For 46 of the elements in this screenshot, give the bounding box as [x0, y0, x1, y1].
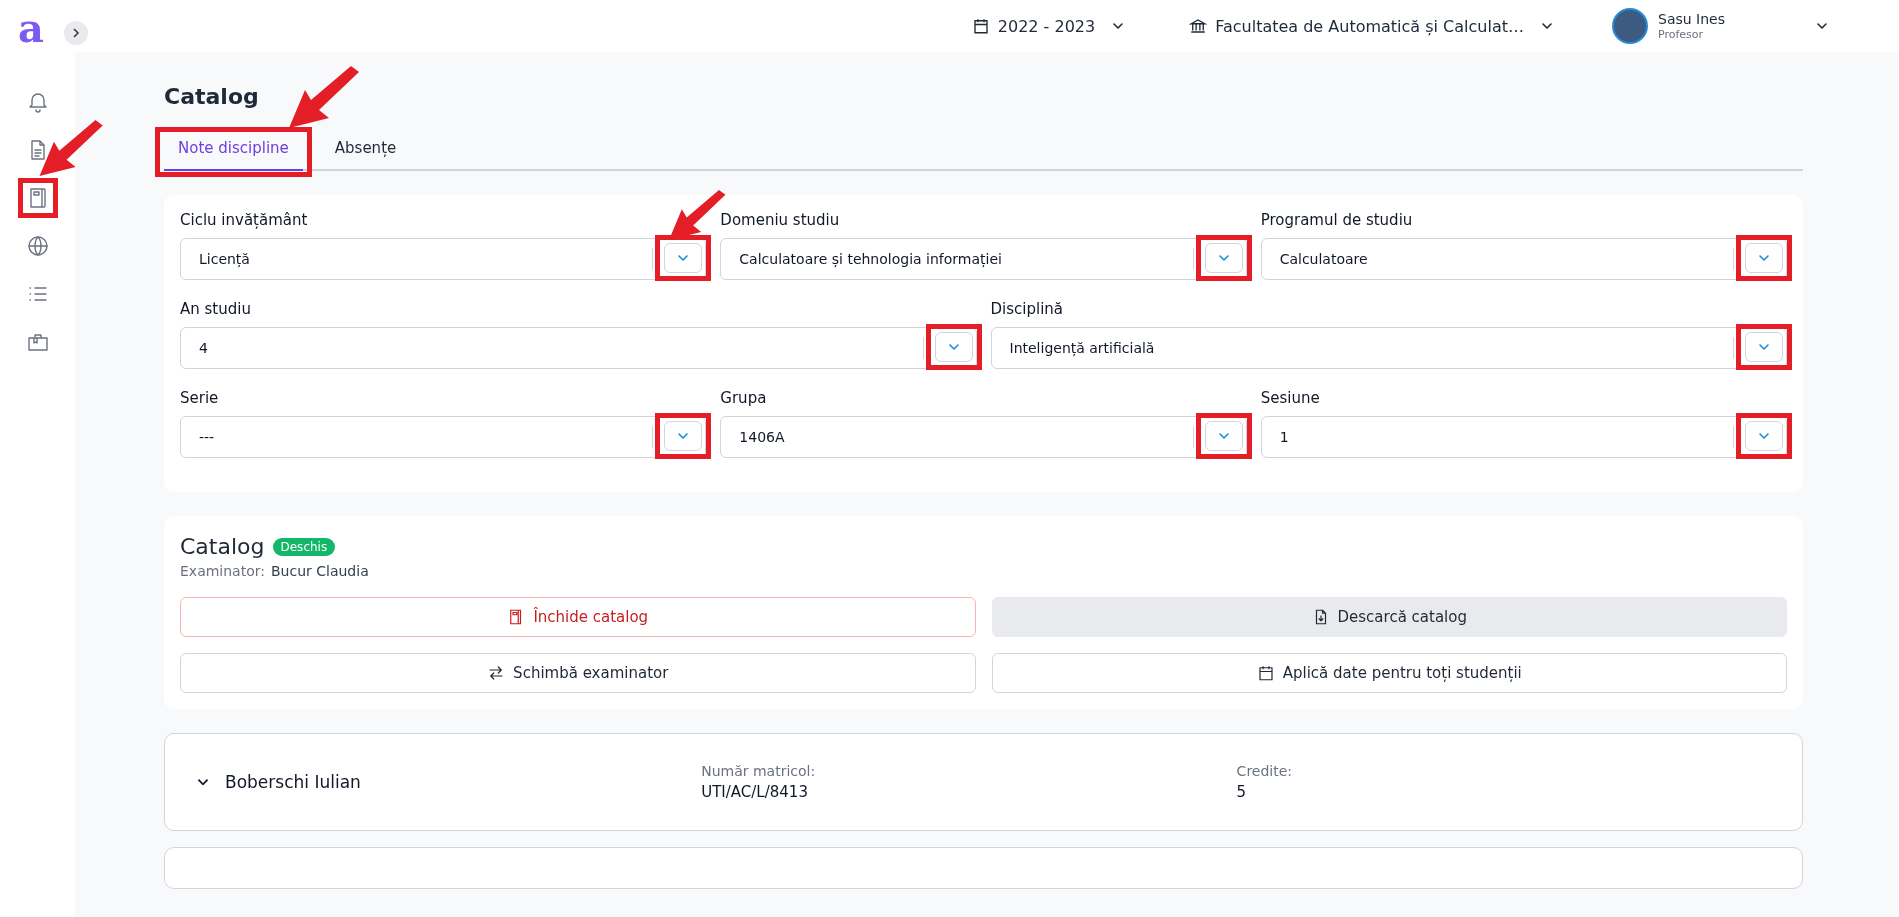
credits-value: 5 [1236, 783, 1248, 801]
student-id: UTI/AC/L/8413 [701, 783, 809, 801]
tab[interactable]: Absențe [320, 135, 411, 171]
user-avatar[interactable] [1612, 8, 1648, 44]
faculty-selector[interactable]: Facultatea de Automatică și Calculat… [1183, 15, 1560, 37]
select-field[interactable]: 4 [180, 327, 977, 369]
dropdown-button[interactable] [1204, 243, 1243, 273]
field-label: Sesiune [1260, 389, 1321, 407]
calendar-icon [971, 17, 990, 35]
dropdown-button[interactable] [1745, 421, 1783, 451]
dropdown-button[interactable] [1204, 421, 1243, 451]
catalog-action-button[interactable]: Schimbă examinator [180, 653, 976, 693]
field-label: Domeniu studiu [720, 211, 841, 229]
calendar-icon [1256, 664, 1275, 682]
bank-icon [1189, 17, 1208, 35]
expand-sidebar-button[interactable] [64, 21, 88, 45]
student-toggle[interactable]: Boberschi Iulian [195, 772, 702, 792]
dropdown-button[interactable] [664, 243, 703, 273]
field-label: Disciplină [990, 300, 1064, 318]
tab[interactable]: Note discipline [164, 135, 303, 171]
catalog-action-button[interactable]: Închide catalog [180, 597, 976, 637]
app-logo[interactable]: a [18, 8, 44, 48]
examiner-label: Examinator: [180, 563, 265, 579]
globe-icon[interactable] [25, 234, 50, 258]
field-label: Grupa [720, 389, 768, 407]
chevron-right-icon [70, 27, 82, 39]
page-title: Catalog [164, 84, 260, 109]
user-name: Sasu Ines [1658, 11, 1725, 28]
dropdown-button[interactable] [934, 332, 973, 362]
field-label: Credite: [1236, 763, 1294, 779]
catalog-action-button[interactable]: Aplică date pentru toți studenții [991, 653, 1787, 693]
field-label: Număr matricol: [701, 763, 817, 779]
field-label: Programul de studiu [1260, 211, 1414, 229]
user-role: Profesor [1658, 27, 1705, 41]
dropdown-button[interactable] [1745, 332, 1783, 362]
field-label: Ciclu invățământ [180, 211, 309, 229]
status-badge: Deschis [272, 537, 336, 556]
year-selector[interactable]: 2022 - 2023 [965, 15, 1132, 37]
examiner-name: Bucur Claudia [271, 563, 369, 579]
catalog-action-button[interactable]: Descarcă catalog [991, 597, 1787, 637]
dropdown-button[interactable] [1745, 243, 1783, 273]
field-label: An studiu [180, 300, 252, 318]
field-label: Serie [180, 389, 220, 407]
dropdown-button[interactable] [664, 421, 703, 451]
select-field[interactable]: Inteligență artificială [990, 327, 1787, 369]
catalog-title: Catalog [180, 534, 265, 559]
